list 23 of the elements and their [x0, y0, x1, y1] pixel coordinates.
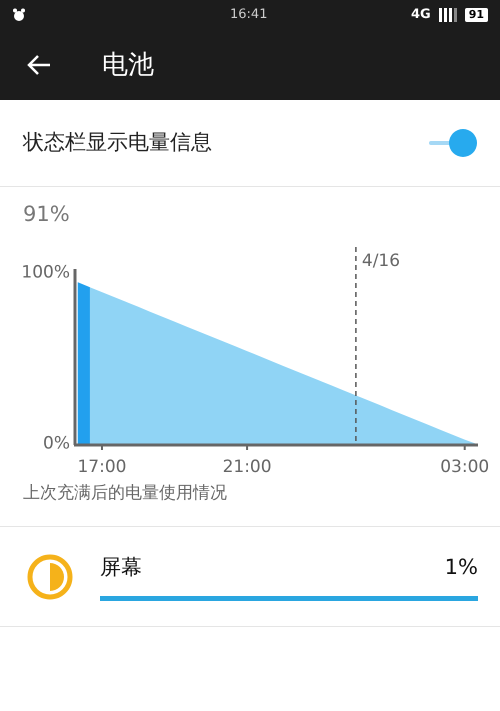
signal-icon [438, 8, 457, 22]
setting-label: 状态栏显示电量信息 [23, 129, 212, 156]
status-time: 16:41 [230, 6, 268, 24]
y-tick-label: 0% [43, 433, 70, 454]
brightness-icon [27, 554, 73, 600]
x-tick-label: 17:00 [77, 456, 126, 476]
x-tick [100, 444, 103, 450]
battery-percent: 91% [22, 201, 71, 228]
network-type: 4G [410, 6, 431, 24]
toggle-switch[interactable] [429, 129, 477, 157]
usage-percent: 1% [444, 554, 478, 582]
usage-caption: 上次充满后的电量使用情况 [22, 482, 228, 504]
y-tick-label: 100% [21, 262, 70, 282]
usage-item[interactable]: 屏幕 1% [0, 527, 500, 627]
x-tick [464, 444, 466, 450]
page-title: 电池 [102, 48, 154, 82]
battery-indicator: 91 [464, 8, 488, 22]
usage-name: 屏幕 [100, 554, 142, 582]
x-tick-label: 21:00 [222, 456, 272, 476]
x-tick-label: 03:00 [440, 456, 490, 476]
date-label: 4/16 [362, 250, 400, 270]
x-tick [246, 444, 248, 450]
back-arrow-icon [26, 54, 52, 76]
